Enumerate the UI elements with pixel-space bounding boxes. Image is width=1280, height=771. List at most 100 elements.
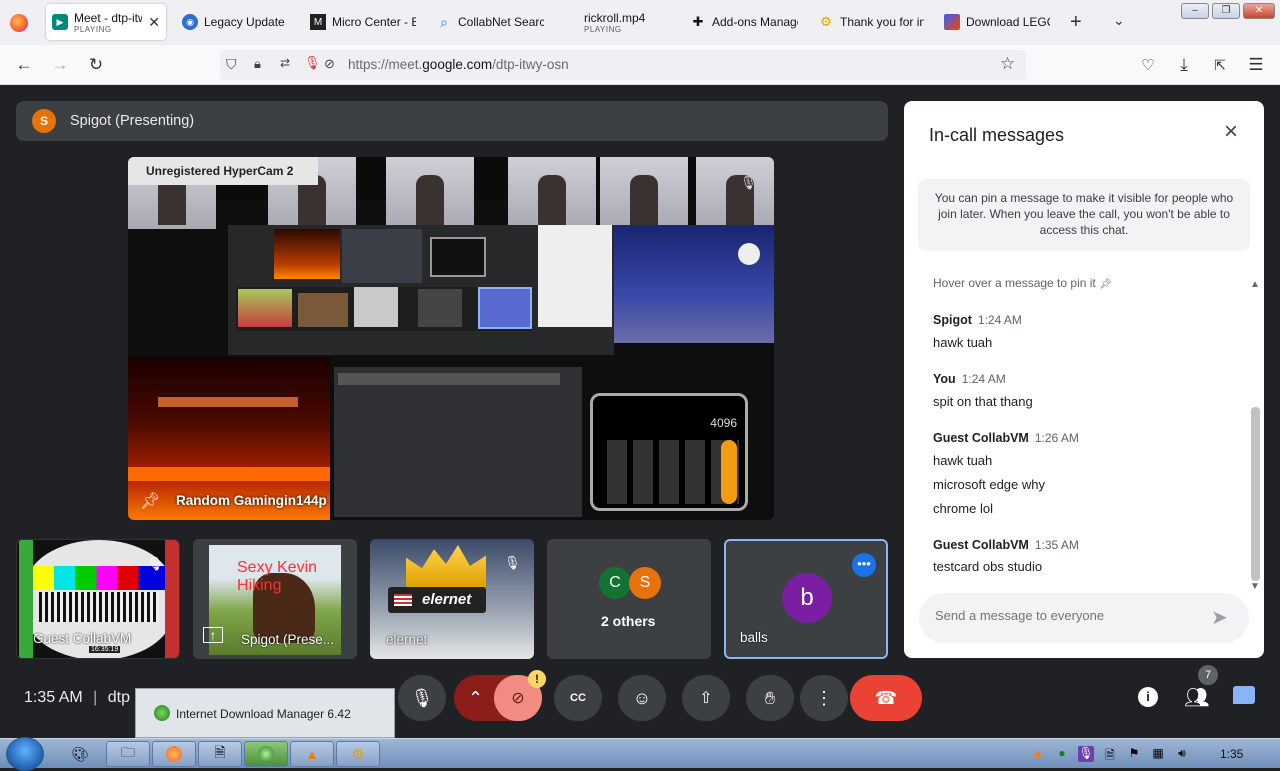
- leave-call-button[interactable]: ☎: [850, 675, 922, 721]
- more-options-button[interactable]: ⋮: [800, 675, 848, 721]
- tab-meet[interactable]: ▶ Meet - dtp-itwy-osnPLAYING ✕: [46, 4, 166, 40]
- menu-hamburger-icon[interactable]: ☰: [1244, 53, 1268, 77]
- taskbar-app-idm[interactable]: [244, 741, 288, 767]
- firefox-menu-icon[interactable]: [10, 14, 28, 32]
- tab-thank-you[interactable]: ⚙ Thank you for in: [812, 4, 934, 40]
- participant-tile-balls[interactable]: b ••• balls: [724, 539, 888, 659]
- nested-calc-thumb: [430, 237, 486, 277]
- message-text[interactable]: testcard obs studio: [933, 559, 1042, 574]
- lock-icon[interactable]: 🔒︎: [254, 56, 261, 72]
- participant-tile-guest-collabvm[interactable]: 16:35:19 🎙︎ Guest CollabVM: [16, 539, 180, 659]
- tray-file-icon[interactable]: 🗎: [1102, 746, 1118, 762]
- message-text[interactable]: hawk tuah: [933, 453, 992, 468]
- nested-chat-panel: [334, 367, 582, 517]
- taskbar-app-notepad[interactable]: 🗎: [198, 741, 242, 767]
- tray-volume-icon[interactable]: 🔊︎: [1174, 746, 1190, 762]
- chat-panel: In-call messages × You can pin a message…: [904, 101, 1264, 658]
- message-text[interactable]: hawk tuah: [933, 335, 992, 350]
- emoji-reactions-button[interactable]: ☺: [618, 675, 666, 721]
- tab-addons[interactable]: ✚ Add-ons Manager: [684, 4, 808, 40]
- mic-muted-icon[interactable]: 🎙︎: [304, 55, 321, 71]
- message-text[interactable]: spit on that thang: [933, 394, 1033, 409]
- forward-button[interactable]: →: [48, 53, 72, 77]
- pin-info-note: You can pin a message to make it visible…: [918, 179, 1250, 251]
- minimize-button[interactable]: –: [1181, 3, 1209, 19]
- taskbar-app-folder[interactable]: 🗀: [106, 741, 150, 767]
- scroll-thumb[interactable]: [1251, 407, 1260, 581]
- tab-rickroll[interactable]: rickroll.mp4 PLAYING: [578, 4, 678, 40]
- chat-input-box[interactable]: ➤: [919, 593, 1249, 643]
- us-flag-icon: [394, 594, 412, 606]
- chat-scrollbar[interactable]: ▲ ▼: [1248, 279, 1262, 595]
- new-tab-button[interactable]: +: [1070, 11, 1082, 34]
- calculator-panel: 4096: [590, 393, 748, 511]
- tab-label: rickroll.mp4: [584, 10, 646, 25]
- autoplay-blocked-icon[interactable]: ⊘: [324, 56, 335, 72]
- captions-button[interactable]: CC: [554, 675, 602, 721]
- tab-legacy-update[interactable]: ◉ Legacy Update: [176, 4, 298, 40]
- tray-mic-icon[interactable]: 🎙︎: [1078, 746, 1094, 762]
- start-button[interactable]: [6, 737, 44, 771]
- message-text[interactable]: chrome lol: [933, 501, 993, 516]
- scroll-up-icon[interactable]: ▲: [1250, 279, 1260, 290]
- meeting-info-icon[interactable]: i: [1138, 687, 1158, 707]
- message-text[interactable]: microsoft edge why: [933, 477, 1045, 492]
- participant-tile-others[interactable]: C S 2 others: [547, 539, 711, 659]
- microphone-button[interactable]: 🎙︎: [398, 675, 446, 721]
- address-bar[interactable]: ⛉ 🔒︎ ⇄ 🎙︎ ⊘ https://meet.google.com/dtp-…: [220, 50, 1026, 80]
- pin-icon[interactable]: 📌︎: [140, 491, 160, 511]
- permissions-icon[interactable]: ⇄: [280, 56, 290, 70]
- search-icon: ⌕: [440, 13, 448, 30]
- calculator-op-keys: [721, 440, 737, 504]
- message-time: 1:24 AM: [961, 372, 1006, 386]
- close-tab-icon[interactable]: ✕: [148, 14, 160, 31]
- participant-tile-spigot[interactable]: Sexy Kevin Hiking ↑ Spigot (Prese...: [193, 539, 357, 659]
- extensions-icon[interactable]: ⇱: [1208, 53, 1232, 77]
- tray-network-icon[interactable]: ▦: [1150, 746, 1166, 762]
- tab-micro-center[interactable]: M Micro Center - E: [304, 4, 424, 40]
- participant-tile-elernet[interactable]: elernet 🎙︎ elernet: [370, 539, 534, 659]
- tab-list-chevron-icon[interactable]: ⌄: [1113, 12, 1125, 29]
- bookmark-star-icon[interactable]: ☆: [1000, 54, 1015, 74]
- taskbar-app-firefox[interactable]: [152, 741, 196, 767]
- mic-off-icon: 🎙︎: [504, 555, 521, 570]
- tray-flag-icon[interactable]: ⚑: [1126, 746, 1142, 762]
- tile-overlay-text: Sexy Kevin Hiking: [237, 559, 318, 594]
- maximize-button[interactable]: ❐: [1212, 3, 1240, 19]
- hypercam-watermark: Unregistered HyperCam 2: [128, 157, 318, 185]
- lego-icon: [944, 14, 960, 30]
- avatar-b: b: [782, 573, 832, 623]
- idm-tooltip-popup[interactable]: Internet Download Manager 6.42: [135, 688, 395, 738]
- scroll-down-icon[interactable]: ▼: [1250, 581, 1260, 592]
- taskbar-app-vlc[interactable]: ▲: [290, 741, 334, 767]
- mic-off-icon: 🎙︎: [740, 175, 757, 190]
- taskbar-app-paint[interactable]: 🎨︎: [60, 741, 100, 767]
- download-icon[interactable]: ⤓: [1172, 53, 1196, 77]
- taskbar-app-settings[interactable]: ⚙: [336, 741, 380, 767]
- tray-idm-icon[interactable]: ●: [1054, 746, 1070, 762]
- back-button[interactable]: ←: [12, 53, 36, 77]
- url-text[interactable]: https://meet.google.com/dtp-itwy-osn: [348, 57, 569, 72]
- testcard-timestamp: 16:35:19: [89, 646, 121, 653]
- people-icon[interactable]: 👥︎: [1184, 685, 1209, 710]
- game-moon: [738, 243, 760, 265]
- more-options-icon[interactable]: •••: [852, 553, 876, 577]
- shield-icon[interactable]: ⛉: [226, 56, 237, 73]
- tab-collabnet[interactable]: ⌕ CollabNet Search: [430, 4, 552, 40]
- reload-button[interactable]: ↻: [84, 53, 108, 77]
- raise-hand-button[interactable]: ✋︎: [746, 675, 794, 721]
- tray-vlc-icon[interactable]: ▲: [1030, 746, 1046, 762]
- chat-message-input[interactable]: [935, 608, 1205, 623]
- taskbar-clock[interactable]: 1:35: [1220, 747, 1243, 761]
- presentation-stage[interactable]: Unregistered HyperCam 2 🎙︎ 4096 📌︎ Rando…: [128, 157, 774, 520]
- tab-lego[interactable]: Download LEGO: [938, 4, 1060, 40]
- send-icon[interactable]: ➤: [1211, 605, 1228, 630]
- close-window-button[interactable]: ✕: [1243, 3, 1275, 19]
- present-screen-button[interactable]: ⇧: [682, 675, 730, 721]
- close-chat-button[interactable]: ×: [1218, 119, 1244, 145]
- navigation-toolbar: ← → ↻ ⛉ 🔒︎ ⇄ 🎙︎ ⊘ https://meet.google.co…: [0, 45, 1280, 85]
- pocket-icon[interactable]: ♡: [1136, 53, 1160, 77]
- hover-pin-hint: Hover over a message to pin it 📌︎: [933, 276, 1112, 290]
- chat-icon[interactable]: [1233, 686, 1255, 704]
- game-platform: [158, 397, 298, 407]
